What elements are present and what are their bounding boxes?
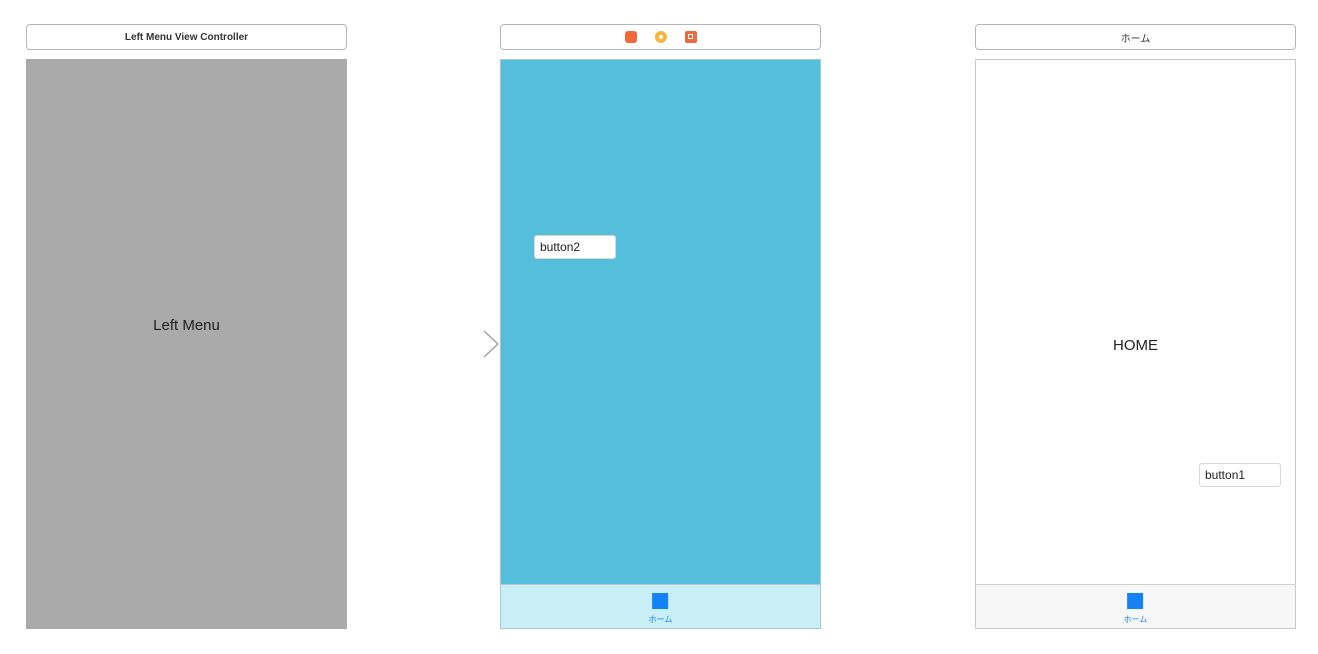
left-menu-label: Left Menu: [153, 317, 220, 334]
home-label: HOME: [1113, 337, 1158, 354]
exit-icon[interactable]: [684, 31, 697, 43]
middle-view[interactable]: button2 ホーム: [500, 59, 821, 629]
tab-item-label: ホーム: [648, 615, 673, 624]
left-menu-view[interactable]: Left Menu: [26, 59, 347, 629]
home-view[interactable]: HOME button1 ホーム: [975, 59, 1296, 629]
right-scene-header[interactable]: ホーム: [975, 24, 1296, 50]
button1[interactable]: button1: [1199, 463, 1281, 487]
tab-square-icon: [1127, 593, 1144, 609]
tab-item-home[interactable]: ホーム: [1123, 593, 1148, 625]
middle-scene-header[interactable]: [500, 24, 821, 50]
button2[interactable]: button2: [534, 235, 616, 259]
view-controller-icon[interactable]: [624, 31, 637, 43]
tab-item-label: ホーム: [1123, 615, 1148, 624]
middle-tab-bar: ホーム: [501, 584, 820, 628]
home-tab-bar: ホーム: [976, 584, 1295, 628]
tab-square-icon: [652, 593, 669, 609]
left-scene-title: Left Menu View Controller: [124, 31, 249, 43]
first-responder-icon[interactable]: [654, 31, 667, 43]
tab-item-home[interactable]: ホーム: [648, 593, 673, 625]
left-scene-header[interactable]: Left Menu View Controller: [26, 24, 347, 50]
entry-point-arrow-icon[interactable]: [416, 330, 500, 358]
right-scene-title: ホーム: [1120, 33, 1151, 45]
